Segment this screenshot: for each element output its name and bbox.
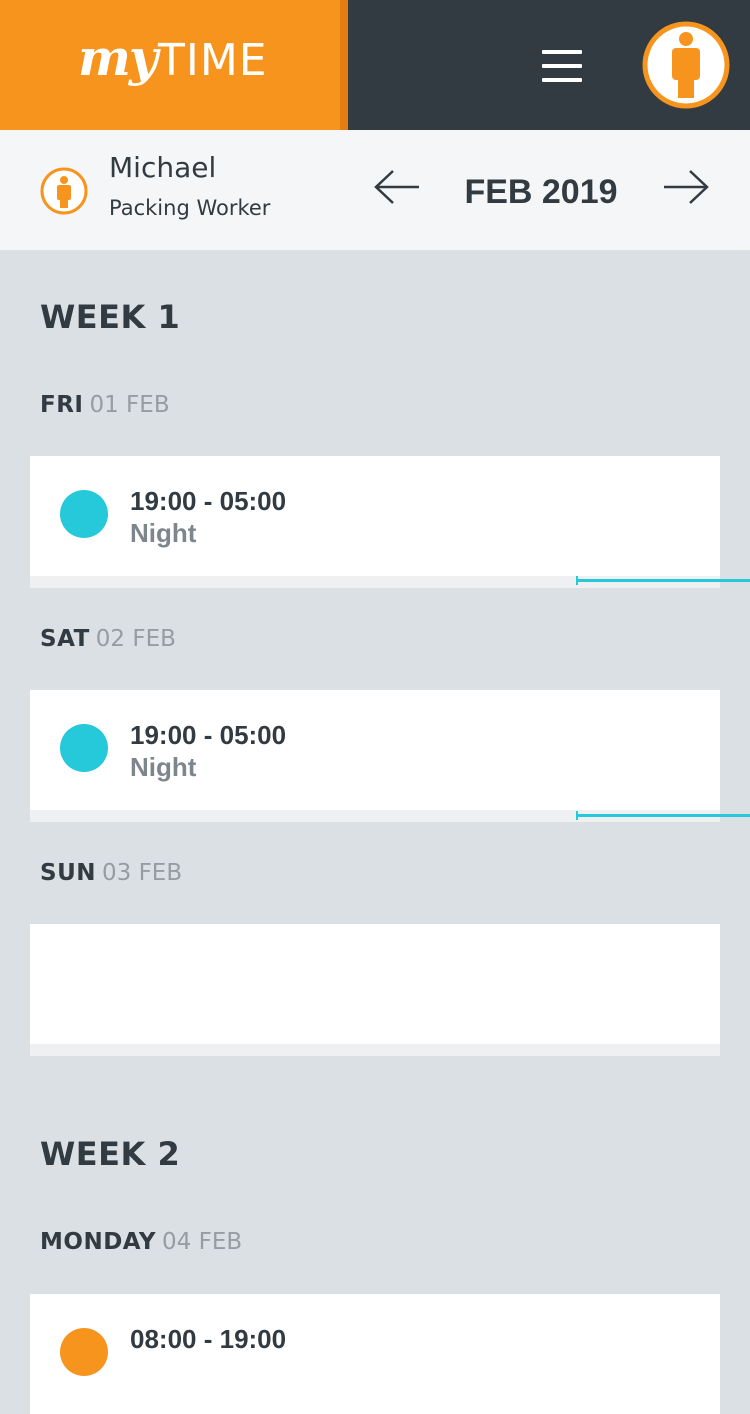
shift-name: Night	[130, 518, 197, 548]
swipe-indicator[interactable]	[576, 814, 750, 817]
day-weekday: SAT	[40, 626, 90, 652]
logo-my-text: my	[78, 28, 158, 87]
shift-card[interactable]: 08:00 - 19:00	[30, 1294, 720, 1414]
week-title: WEEK 1	[40, 298, 181, 336]
card-footer	[30, 1044, 720, 1056]
card-footer	[30, 576, 720, 588]
swipe-indicator[interactable]	[576, 579, 750, 582]
week-title: WEEK 2	[40, 1135, 181, 1173]
shift-time: 08:00 - 19:00	[130, 1324, 287, 1354]
shift-time: 19:00 - 05:00	[130, 720, 287, 750]
day-label: SAT 02 FEB	[40, 626, 176, 652]
empty-day-card[interactable]	[30, 924, 720, 1044]
swipe-indicator-tick	[576, 576, 578, 585]
day-shift-dot-icon	[60, 1328, 108, 1376]
day-weekday: FRI	[40, 392, 84, 418]
hamburger-menu-icon[interactable]	[536, 46, 588, 86]
user-name: Michael	[109, 151, 217, 184]
day-label: MONDAY 04 FEB	[40, 1229, 242, 1255]
user-person-icon	[40, 167, 88, 215]
logo-divider	[340, 0, 348, 130]
shift-card[interactable]: 19:00 - 05:00 Night	[30, 456, 720, 576]
day-label: SUN 03 FEB	[40, 860, 182, 886]
profile-avatar-button[interactable]	[642, 21, 730, 109]
swipe-indicator-tick	[576, 811, 578, 820]
arrow-left-icon[interactable]	[373, 167, 421, 207]
person-icon	[642, 21, 730, 109]
night-shift-dot-icon	[60, 490, 108, 538]
logo-time-text: TIME	[157, 35, 268, 86]
arrow-right-icon[interactable]	[662, 167, 710, 207]
day-date: 02 FEB	[95, 626, 176, 652]
shift-time: 19:00 - 05:00	[130, 486, 287, 516]
day-weekday: MONDAY	[40, 1229, 157, 1255]
user-role: Packing Worker	[109, 196, 271, 220]
shift-name: Night	[130, 752, 197, 782]
shift-card[interactable]: 19:00 - 05:00 Night	[30, 690, 720, 810]
day-date: 03 FEB	[102, 860, 183, 886]
day-weekday: SUN	[40, 860, 96, 886]
app-logo[interactable]: my TIME	[78, 28, 268, 108]
current-month: FEB 2019	[464, 173, 618, 211]
day-date: 04 FEB	[162, 1229, 243, 1255]
night-shift-dot-icon	[60, 724, 108, 772]
day-label: FRI 01 FEB	[40, 392, 170, 418]
day-date: 01 FEB	[89, 392, 170, 418]
